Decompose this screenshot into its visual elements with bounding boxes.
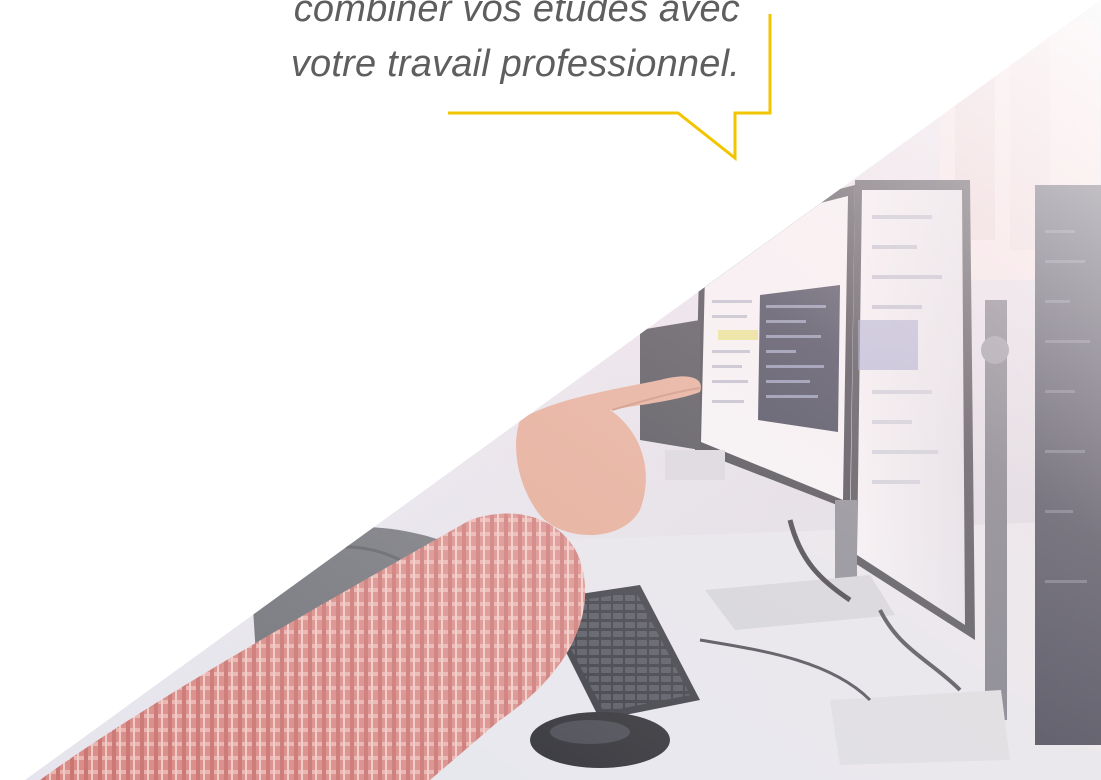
developer-photo [25,0,1101,780]
promo-section: combiner vos études avec votre travail p… [0,0,1101,780]
